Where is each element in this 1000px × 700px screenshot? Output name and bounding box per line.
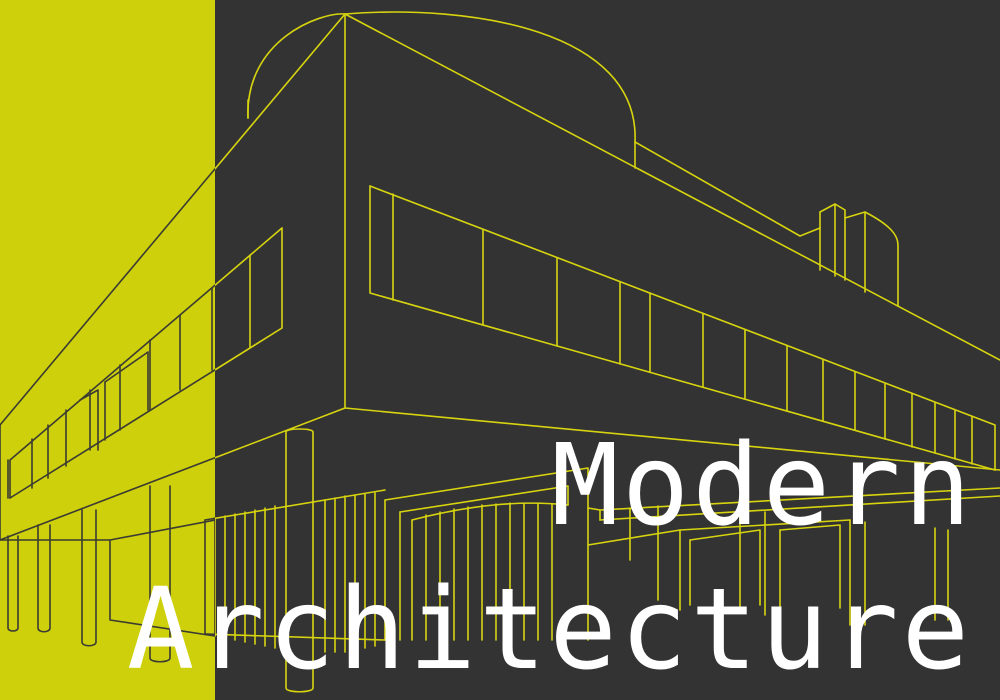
title-architecture: Architecture xyxy=(126,565,972,695)
title-modern: Modern xyxy=(551,421,974,551)
poster-canvas: Modern Architecture xyxy=(0,0,1000,700)
